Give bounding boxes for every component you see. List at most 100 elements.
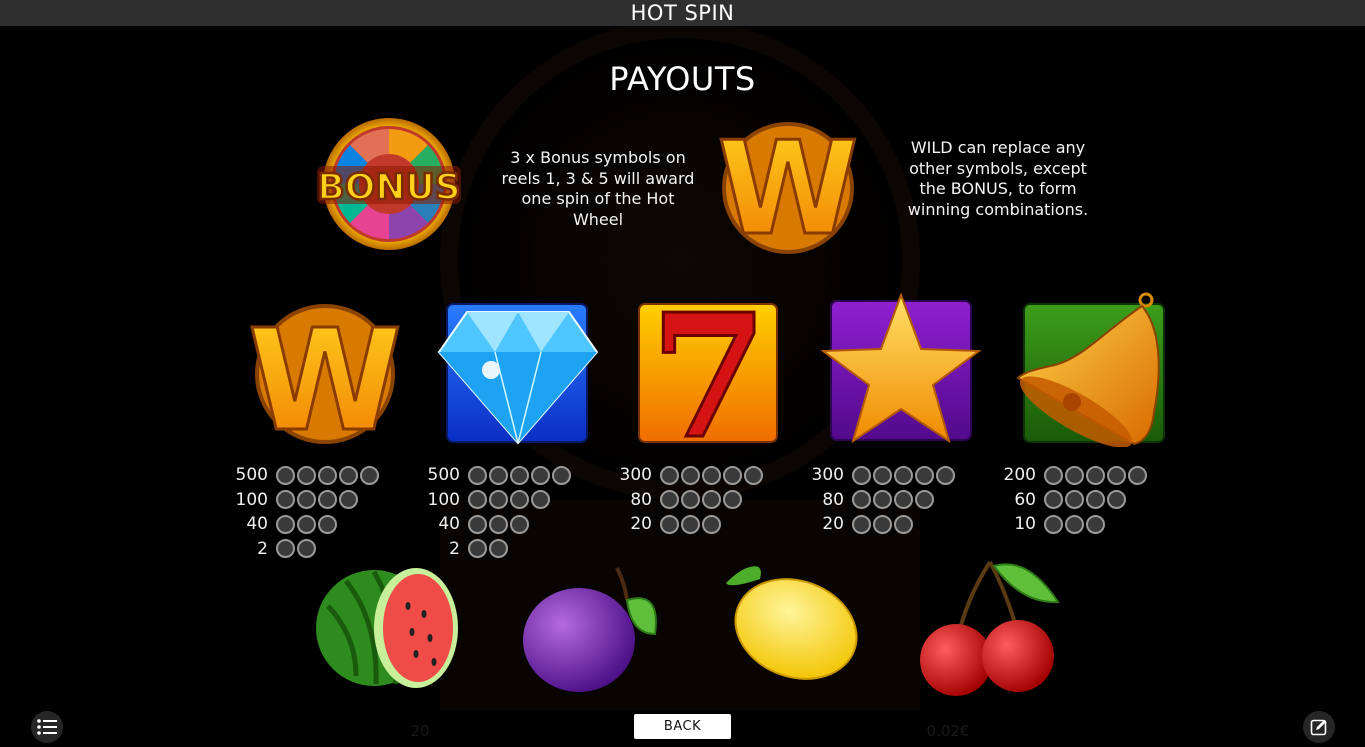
count-dot-icon [660, 490, 679, 510]
payout-value: 80 [630, 489, 652, 510]
star-symbol-icon [821, 293, 981, 444]
symbol-count-dots [1044, 465, 1147, 485]
count-dot-icon [489, 539, 508, 559]
menu-list-icon [37, 719, 57, 735]
count-dot-icon [1107, 490, 1126, 510]
svg-text:7: 7 [650, 300, 768, 444]
count-dot-icon [702, 490, 721, 510]
count-dot-icon [297, 539, 316, 559]
count-dot-icon [936, 465, 955, 485]
plum-icon [521, 564, 659, 694]
count-dot-icon [276, 539, 295, 559]
count-dot-icon [339, 490, 358, 510]
seven-symbol-icon: 7 [629, 300, 787, 444]
payout-value: 2 [257, 538, 268, 559]
bell-symbol-icon [1014, 292, 1166, 447]
symbol-count-dots [1044, 514, 1105, 534]
payout-value: 500 [427, 465, 460, 486]
count-dot-icon [852, 490, 871, 510]
count-dot-icon [1065, 465, 1084, 485]
count-dot-icon [1044, 465, 1063, 485]
count-dot-icon [702, 514, 721, 534]
count-dot-icon [1128, 465, 1147, 485]
count-dot-icon [744, 465, 763, 485]
count-dot-icon [852, 514, 871, 534]
count-dot-icon [297, 465, 316, 485]
count-dot-icon [894, 490, 913, 510]
wild-paysymbol-icon: W [247, 296, 402, 447]
count-dot-icon [318, 490, 337, 510]
count-dot-icon [723, 465, 742, 485]
paytable-star: 300 80 20 [808, 463, 955, 537]
symbol-count-dots [468, 490, 550, 510]
count-dot-icon [873, 490, 892, 510]
svg-text:W: W [717, 115, 858, 258]
count-dot-icon [531, 465, 550, 485]
count-dot-icon [660, 514, 679, 534]
symbol-count-dots [468, 539, 508, 559]
symbol-count-dots [852, 490, 934, 510]
count-dot-icon [660, 465, 679, 485]
count-dot-icon [276, 490, 295, 510]
payout-value: 300 [811, 465, 844, 486]
paytable-wild: 500 100 40 2 [232, 463, 379, 561]
payout-row: 60 [1000, 488, 1147, 513]
symbol-count-dots [852, 514, 913, 534]
count-dot-icon [339, 465, 358, 485]
symbol-count-dots [276, 465, 379, 485]
count-dot-icon [1086, 514, 1105, 534]
count-dot-icon [681, 490, 700, 510]
count-dot-icon [510, 465, 529, 485]
payout-row: 2 [232, 537, 379, 562]
payout-value: 300 [619, 465, 652, 486]
payout-row: 100 [424, 488, 571, 513]
paytable-bell: 200 60 10 [1000, 463, 1147, 537]
count-dot-icon [318, 514, 337, 534]
payout-value: 2 [449, 538, 460, 559]
count-dot-icon [852, 465, 871, 485]
count-dot-icon [1107, 465, 1126, 485]
count-dot-icon [1086, 490, 1105, 510]
count-dot-icon [510, 514, 529, 534]
count-dot-icon [1044, 490, 1063, 510]
count-dot-icon [1065, 514, 1084, 534]
edit-note-icon [1310, 719, 1327, 736]
count-dot-icon [702, 465, 721, 485]
paytable-diamond: 500 100 40 2 [424, 463, 571, 561]
symbol-count-dots [1044, 490, 1126, 510]
payout-value: 500 [235, 465, 268, 486]
count-dot-icon [468, 465, 487, 485]
count-dot-icon [318, 465, 337, 485]
count-dot-icon [894, 514, 913, 534]
symbol-count-dots [276, 514, 337, 534]
payout-row: 80 [616, 488, 763, 513]
symbol-count-dots [852, 465, 955, 485]
page-title: PAYOUTS [609, 60, 756, 98]
count-dot-icon [468, 539, 487, 559]
symbol-count-dots [276, 490, 358, 510]
payout-row: 300 [808, 463, 955, 488]
payout-row: 20 [616, 512, 763, 537]
back-button[interactable]: BACK [634, 714, 731, 739]
symbol-count-dots [468, 465, 571, 485]
count-dot-icon [297, 490, 316, 510]
count-dot-icon [276, 514, 295, 534]
count-dot-icon [276, 465, 295, 485]
history-button[interactable] [1303, 711, 1335, 743]
count-dot-icon [915, 490, 934, 510]
payout-value: 200 [1003, 465, 1036, 486]
payout-row: 40 [424, 512, 571, 537]
count-dot-icon [915, 465, 934, 485]
paytable-seven: 300 80 20 [616, 463, 763, 537]
count-dot-icon [1044, 514, 1063, 534]
count-dot-icon [531, 490, 550, 510]
lemon-icon [720, 559, 861, 687]
symbol-count-dots [468, 514, 529, 534]
count-dot-icon [510, 490, 529, 510]
payout-value: 10 [1014, 514, 1036, 535]
count-dot-icon [723, 490, 742, 510]
watermelon-icon [316, 566, 461, 691]
wild-description: WILD can replace any other symbols, exce… [907, 138, 1089, 219]
payout-row: 300 [616, 463, 763, 488]
menu-button[interactable] [31, 711, 63, 743]
